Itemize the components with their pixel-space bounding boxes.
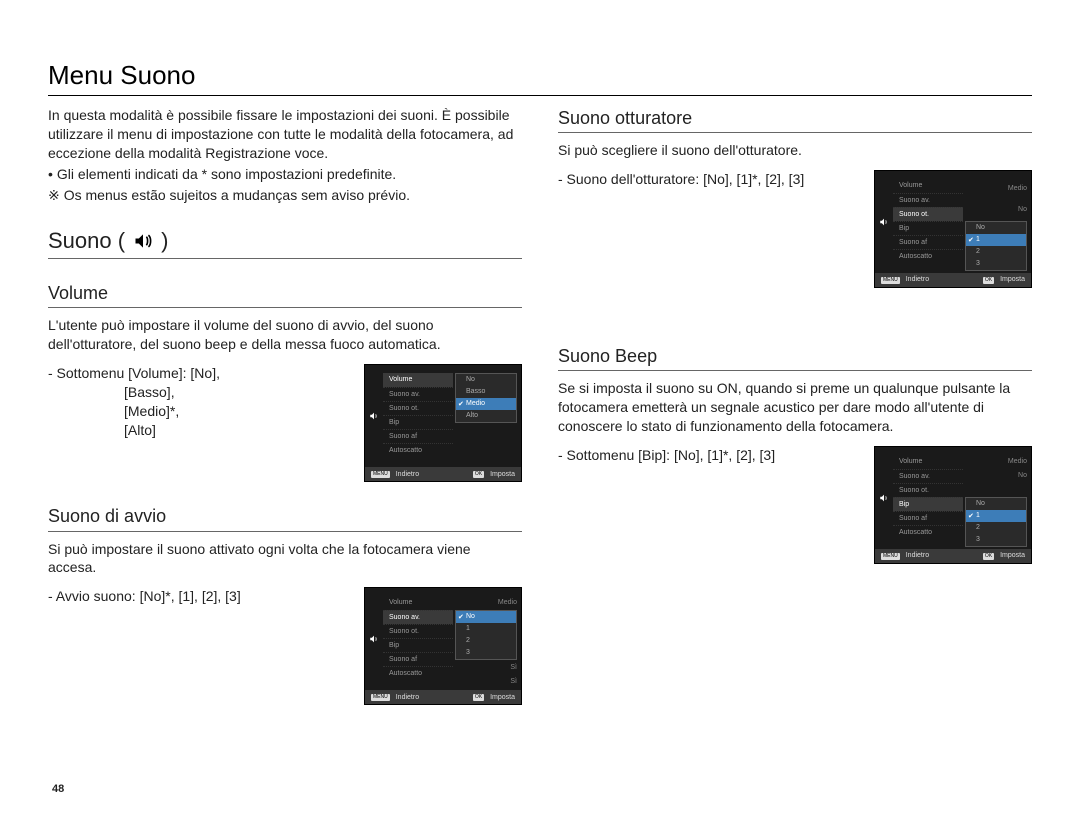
lcd-imposta: Imposta xyxy=(1000,551,1025,560)
lcd-row-volume: Volume xyxy=(383,373,453,387)
lcd-ok-btn: OK xyxy=(983,277,994,284)
ott-sub-label: - Suono dell'otturatore: [No], [1]*, [2]… xyxy=(558,170,860,189)
page-number: 48 xyxy=(52,783,64,795)
lcd-row-suono-av: Suono av. xyxy=(383,387,453,401)
lcd-opt-2: 2 xyxy=(966,246,1026,258)
beep-desc: Se si imposta il suono su ON, quando si … xyxy=(558,379,1032,436)
lcd-opt-no: No xyxy=(456,374,516,386)
speaker-mini-icon xyxy=(879,217,889,227)
lcd-volume: Volume Suono av. Suono ot. Bip Suono af … xyxy=(364,364,522,482)
lcd-row-suono-ot: Suono ot. xyxy=(383,624,453,638)
beep-sub-label: - Sottomenu [Bip]: [No], [1]*, [2], [3] xyxy=(558,446,860,465)
lcd-ok-btn: OK xyxy=(473,471,484,478)
lcd-row-suono-ot: Suono ot. xyxy=(893,207,963,221)
lcd-row-autoscatto: Autoscatto xyxy=(893,525,963,539)
lcd-value-medio: Medio xyxy=(965,455,1027,468)
lcd-row-volume: Volume xyxy=(893,179,963,193)
lcd-opt-alto: Alto xyxy=(456,410,516,422)
ott-desc: Si può scegliere il suono dell'otturator… xyxy=(558,141,1032,160)
lcd-opt-basso: Basso xyxy=(456,386,516,398)
lcd-ok-btn: OK xyxy=(983,553,994,560)
avvio-sub-label: - Avvio suono: [No]*, [1], [2], [3] xyxy=(48,587,350,606)
lcd-value-no: No xyxy=(965,200,1027,220)
lcd-row-suono-av: Suono av. xyxy=(383,610,453,624)
lcd-indietro: Indietro xyxy=(396,470,419,479)
beep-heading: Suono Beep xyxy=(558,344,1032,371)
volume-opt-basso: [Basso], xyxy=(48,383,350,402)
lcd-row-bip: Bip xyxy=(383,415,453,429)
lcd-row-autoscatto: Autoscatto xyxy=(383,443,453,457)
lcd-value-si2: Sì xyxy=(455,675,517,688)
volume-sub-label: - Sottomenu [Volume]: [No], xyxy=(48,364,350,383)
lcd-opt-1: 1 xyxy=(456,623,516,635)
lcd-menu-btn: MENU xyxy=(371,694,390,701)
intro-paragraph: In questa modalità è possibile fissare l… xyxy=(48,106,522,163)
lcd-opt-3: 3 xyxy=(966,534,1026,546)
lcd-indietro: Indietro xyxy=(906,551,929,560)
speaker-icon xyxy=(133,231,153,251)
lcd-opt-1: ✔1 xyxy=(966,234,1026,246)
lcd-value-medio: Medio xyxy=(455,596,517,609)
lcd-row-suono-ot: Suono ot. xyxy=(383,401,453,415)
lcd-value-medio: Medio xyxy=(965,179,1027,199)
ott-heading: Suono otturatore xyxy=(558,106,1032,133)
lcd-opt-no: No xyxy=(966,222,1026,234)
lcd-row-suono-af: Suono af xyxy=(893,511,963,525)
lcd-row-suono-ot: Suono ot. xyxy=(893,483,963,497)
left-column: In questa modalità è possibile fissare l… xyxy=(48,106,522,711)
lcd-opt-1: ✔1 xyxy=(966,510,1026,522)
lcd-row-suono-af: Suono af xyxy=(383,652,453,666)
lcd-opt-no: No xyxy=(966,498,1026,510)
speaker-mini-icon xyxy=(369,411,379,421)
lcd-avvio: Volume Suono av. Suono ot. Bip Suono af … xyxy=(364,587,522,705)
sound-heading-text-close: ) xyxy=(161,226,168,256)
bullet-dot: • xyxy=(48,165,53,184)
lcd-opt-3: 3 xyxy=(456,647,516,659)
speaker-mini-icon xyxy=(369,634,379,644)
lcd-row-suono-av: Suono av. xyxy=(893,469,963,483)
volume-opt-alto: [Alto] xyxy=(48,421,350,440)
lcd-ok-btn: OK xyxy=(473,694,484,701)
default-note: Gli elementi indicati da * sono impostaz… xyxy=(57,165,522,184)
lcd-row-volume: Volume xyxy=(383,596,453,610)
lcd-row-suono-af: Suono af xyxy=(893,235,963,249)
lcd-row-volume: Volume xyxy=(893,455,963,469)
reference-mark: ※ xyxy=(48,186,60,205)
right-column: Suono otturatore Si può scegliere il suo… xyxy=(558,106,1032,711)
lcd-menu-btn: MENU xyxy=(881,277,900,284)
lcd-opt-medio: ✔Medio xyxy=(456,398,516,410)
volume-heading: Volume xyxy=(48,281,522,308)
lcd-otturatore: Volume Suono av. Suono ot. Bip Suono af … xyxy=(874,170,1032,288)
sound-heading-text-open: Suono ( xyxy=(48,226,125,256)
lcd-indietro: Indietro xyxy=(906,275,929,284)
lcd-value-no: No xyxy=(965,469,1027,482)
speaker-mini-icon xyxy=(879,493,889,503)
lcd-imposta: Imposta xyxy=(1000,275,1025,284)
lcd-value-si: Sì xyxy=(455,661,517,674)
lcd-row-autoscatto: Autoscatto xyxy=(383,666,453,680)
lcd-beep: Volume Suono av. Suono ot. Bip Suono af … xyxy=(874,446,1032,564)
change-note: Os menus estão sujeitos a mudanças sem a… xyxy=(64,186,522,205)
avvio-desc: Si può impostare il suono attivato ogni … xyxy=(48,540,522,578)
volume-opt-medio: [Medio]*, xyxy=(48,402,350,421)
lcd-row-bip: Bip xyxy=(893,497,963,511)
lcd-row-suono-af: Suono af xyxy=(383,429,453,443)
lcd-imposta: Imposta xyxy=(490,470,515,479)
lcd-row-autoscatto: Autoscatto xyxy=(893,249,963,263)
lcd-row-bip: Bip xyxy=(383,638,453,652)
sound-heading: Suono ( ) xyxy=(48,226,522,259)
lcd-opt-3: 3 xyxy=(966,258,1026,270)
lcd-opt-2: 2 xyxy=(456,635,516,647)
lcd-row-bip: Bip xyxy=(893,221,963,235)
lcd-row-suono-av: Suono av. xyxy=(893,193,963,207)
lcd-menu-btn: MENU xyxy=(371,471,390,478)
volume-desc: L'utente può impostare il volume del suo… xyxy=(48,316,522,354)
page-title: Menu Suono xyxy=(48,60,1032,96)
lcd-imposta: Imposta xyxy=(490,693,515,702)
lcd-indietro: Indietro xyxy=(396,693,419,702)
lcd-opt-no: ✔No xyxy=(456,611,516,623)
lcd-opt-2: 2 xyxy=(966,522,1026,534)
avvio-heading: Suono di avvio xyxy=(48,504,522,531)
lcd-menu-btn: MENU xyxy=(881,553,900,560)
